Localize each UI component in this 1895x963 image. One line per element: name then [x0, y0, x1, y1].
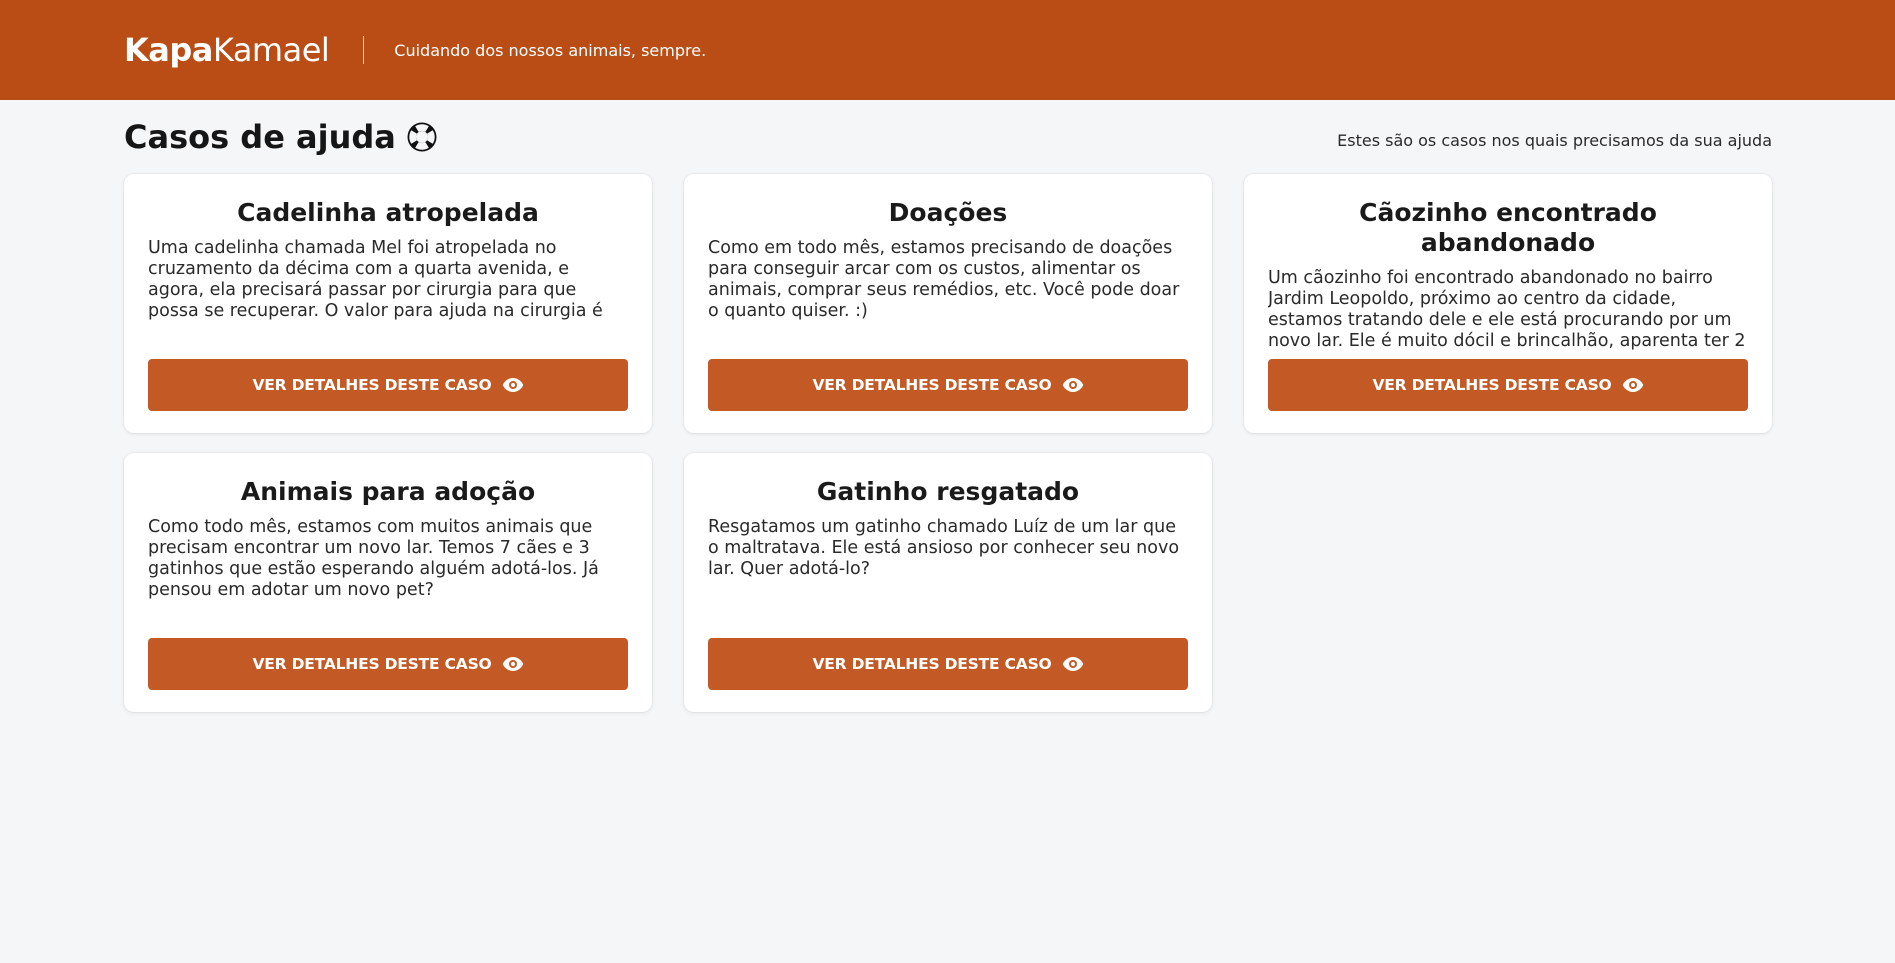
case-title: Animais para adoção: [240, 477, 536, 506]
header-divider: [363, 36, 365, 64]
button-label: VER DETALHES DESTE CASO: [252, 376, 492, 394]
lifebuoy-icon: [406, 121, 438, 153]
case-title: Cadelinha atropelada: [237, 198, 539, 227]
eye-icon: [502, 656, 524, 672]
view-case-details-button[interactable]: VER DETALHES DESTE CASO: [708, 359, 1188, 411]
case-card: Animais para adoção Como todo mês, estam…: [124, 453, 652, 712]
header-tagline: Cuidando dos nossos animais, sempre.: [394, 40, 707, 60]
top-header: KapaKamael Cuidando dos nossos animais, …: [0, 0, 1895, 100]
eye-icon: [1062, 656, 1084, 672]
case-description: Como todo mês, estamos com muitos animai…: [148, 517, 599, 600]
cases-grid: Cadelinha atropelada Uma cadelinha chama…: [124, 174, 1772, 712]
brand-logo[interactable]: KapaKamael: [124, 31, 330, 69]
eye-icon: [502, 377, 524, 393]
case-card: Gatinho resgatado Resgatamos um gatinho …: [684, 453, 1212, 712]
logo-bold-text: Kapa: [124, 31, 213, 69]
logo-light-text: Kamael: [212, 31, 330, 69]
page-title-text: Casos de ajuda: [124, 118, 396, 156]
case-card: Cãozinho encontrado abandonado Um cãozin…: [1244, 174, 1772, 433]
case-description: Um cãozinho foi encontrado abandonado no…: [1268, 268, 1746, 351]
case-description: Como em todo mês, estamos precisando de …: [708, 238, 1180, 321]
case-card: Cadelinha atropelada Uma cadelinha chama…: [124, 174, 652, 433]
eye-icon: [1062, 377, 1084, 393]
page-heading-row: Casos de ajuda Estes são os casos nos qu…: [124, 118, 1772, 156]
page-title: Casos de ajuda: [124, 118, 438, 156]
case-description: Uma cadelinha chamada Mel foi atropelada…: [148, 238, 603, 321]
view-case-details-button[interactable]: VER DETALHES DESTE CASO: [148, 638, 628, 690]
case-title: Gatinho resgatado: [816, 477, 1080, 506]
page-subtitle: Estes são os casos nos quais precisamos …: [1337, 130, 1772, 150]
eye-icon: [1622, 377, 1644, 393]
button-label: VER DETALHES DESTE CASO: [252, 655, 492, 673]
case-title: Cãozinho encontrado abandonado: [1359, 198, 1657, 257]
view-case-details-button[interactable]: VER DETALHES DESTE CASO: [148, 359, 628, 411]
button-label: VER DETALHES DESTE CASO: [1372, 376, 1612, 394]
view-case-details-button[interactable]: VER DETALHES DESTE CASO: [708, 638, 1188, 690]
case-card: Doações Como em todo mês, estamos precis…: [684, 174, 1212, 433]
button-label: VER DETALHES DESTE CASO: [812, 376, 1052, 394]
case-description: Resgatamos um gatinho chamado Luíz de um…: [708, 517, 1180, 579]
view-case-details-button[interactable]: VER DETALHES DESTE CASO: [1268, 359, 1748, 411]
case-title: Doações: [888, 198, 1008, 227]
button-label: VER DETALHES DESTE CASO: [812, 655, 1052, 673]
